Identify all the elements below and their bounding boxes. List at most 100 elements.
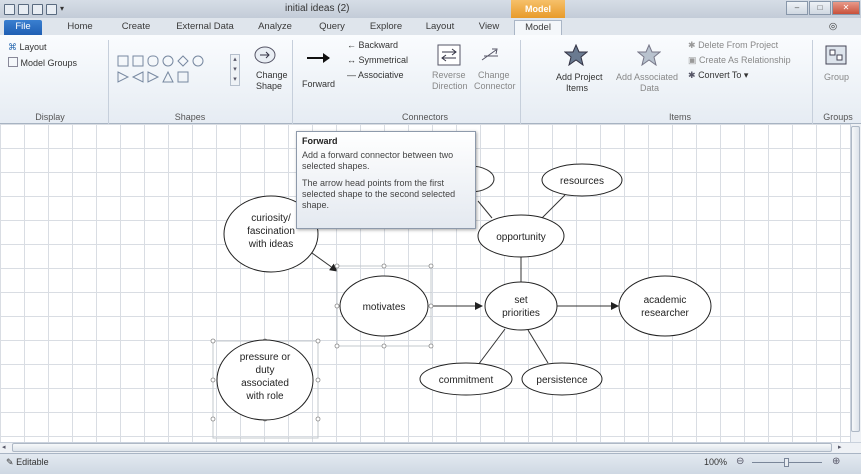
node-label: priorities: [502, 308, 540, 319]
change-shape-button-line2: Shape: [256, 81, 283, 91]
change-connector-icon: [478, 44, 502, 66]
change-shape-button[interactable]: Change: [256, 70, 288, 80]
minimize-button[interactable]: –: [786, 1, 808, 15]
delete-from-project-button[interactable]: ✱ Delete From Project: [688, 40, 778, 51]
customize-qat-icon[interactable]: ▾: [60, 4, 67, 15]
diamond-shape-icon: [177, 55, 189, 67]
circle-shape-icon: [162, 55, 174, 67]
checkbox-icon: [8, 57, 18, 67]
scroll-left-icon[interactable]: ◂: [2, 443, 6, 451]
forward-arrow-icon: [305, 48, 330, 70]
horizontal-scroll-thumb[interactable]: [12, 443, 832, 452]
add-associated-data-icon: [636, 43, 662, 67]
layout-toggle[interactable]: ⌘ Layout: [8, 42, 47, 53]
tooltip-text: Add a forward connector between two sele…: [302, 150, 454, 171]
context-tab-label: Model: [511, 0, 565, 18]
tooltip-title: Forward: [302, 136, 338, 146]
node-label: academic: [644, 295, 687, 306]
undo-icon[interactable]: [46, 3, 57, 15]
backward-button[interactable]: ← Backward: [347, 40, 398, 50]
tab-layout[interactable]: Layout: [420, 20, 460, 35]
shapes-group-label: Shapes: [174, 112, 206, 122]
line-icon: —: [347, 70, 356, 80]
edit-icon[interactable]: [32, 3, 43, 15]
forward-button[interactable]: Forward: [302, 79, 335, 89]
group-icon: [824, 44, 848, 66]
layout-icon: ⌘: [8, 42, 17, 52]
zoom-slider-thumb[interactable]: [784, 458, 789, 467]
node-label: with role: [245, 391, 284, 402]
tab-analyze[interactable]: Analyze: [253, 20, 297, 35]
triangle-right-icon: [117, 71, 130, 83]
convert-to-button[interactable]: ✱ Convert To ▾: [688, 70, 748, 81]
node-set-priorities: [484, 281, 558, 331]
triangle-right-icon: [147, 71, 160, 83]
node-label: duty: [256, 365, 275, 376]
connector-opportunity-hidden: [477, 200, 493, 219]
gallery-scroll[interactable]: ▴ ▾ ▾: [230, 54, 240, 86]
tab-home[interactable]: Home: [62, 20, 98, 35]
connectors-group-label: Connectors: [401, 112, 449, 122]
close-button[interactable]: ✕: [832, 1, 860, 15]
change-connector-button[interactable]: Change: [478, 70, 510, 80]
change-connector-button-line2: Connector: [474, 81, 516, 91]
save-icon[interactable]: [18, 3, 29, 15]
node-label: curiosity/: [251, 213, 291, 224]
group-button[interactable]: Group: [824, 72, 849, 82]
node-label: with ideas: [248, 239, 293, 250]
add-project-items-icon: [563, 43, 589, 67]
scroll-right-icon[interactable]: ▸: [838, 443, 842, 451]
tab-file[interactable]: File: [4, 20, 42, 35]
change-shape-icon: [253, 44, 277, 66]
maximize-button[interactable]: □: [809, 1, 831, 15]
window-controls: – □ ✕: [786, 1, 860, 15]
vertical-scroll-thumb[interactable]: [851, 126, 860, 432]
add-project-items-button[interactable]: Add Project: [556, 72, 603, 82]
associative-button[interactable]: — Associative: [347, 70, 404, 80]
node-label: set: [514, 295, 528, 306]
forward-tooltip: Forward Add a forward connector between …: [296, 131, 476, 229]
relationship-icon: ▣: [688, 55, 697, 65]
zoom-out-icon[interactable]: ⊖: [736, 456, 744, 467]
delete-icon: ✱: [688, 40, 696, 50]
node-label: associated: [241, 378, 289, 389]
rounded-shape-icon: [147, 55, 159, 67]
tab-model[interactable]: Model: [514, 20, 562, 35]
add-associated-data-button-line2: Data: [640, 83, 660, 93]
node-label: researcher: [641, 308, 689, 319]
connector-priorities-commitment: [477, 328, 506, 366]
node-label: pressure or: [240, 352, 291, 363]
window-title: initial ideas (2): [285, 3, 350, 14]
app-icon[interactable]: [4, 3, 15, 15]
tab-external-data[interactable]: External Data: [170, 20, 240, 35]
zoom-in-icon[interactable]: ⊕: [832, 456, 840, 467]
shape-gallery[interactable]: [116, 54, 236, 88]
groups-group-label: Groups: [823, 112, 853, 122]
reverse-direction-button-line2: Direction: [432, 81, 468, 91]
add-associated-data-button[interactable]: Add Associated: [616, 72, 678, 82]
display-group-label: Display: [35, 112, 65, 122]
node-label: persistence: [536, 375, 588, 386]
node-label: motivates: [363, 302, 406, 313]
connector-opportunity-resources: [539, 194, 566, 221]
tab-create[interactable]: Create: [116, 20, 156, 35]
circle-shape-icon: [192, 55, 204, 67]
node-label: resources: [560, 176, 604, 187]
convert-icon: ✱: [688, 70, 696, 80]
tab-view[interactable]: View: [474, 20, 504, 35]
node-label: fascination: [247, 226, 295, 237]
help-icon[interactable]: ◎: [826, 20, 840, 35]
items-group-label: Items: [668, 112, 691, 122]
tab-explore[interactable]: Explore: [366, 20, 406, 35]
create-as-relationship-button[interactable]: ▣ Create As Relationship: [688, 55, 791, 66]
title-bar: [0, 0, 861, 18]
square-shape-icon: [117, 55, 129, 67]
model-groups-toggle[interactable]: Model Groups: [8, 57, 77, 68]
quick-access-toolbar: ▾: [4, 2, 67, 16]
symmetrical-button[interactable]: ↔ Symmetrical: [347, 55, 408, 65]
square-shape-icon: [132, 55, 144, 67]
square-shape-icon: [177, 71, 189, 83]
tooltip-text: The arrow head points from the first sel…: [302, 178, 456, 210]
tab-query[interactable]: Query: [312, 20, 352, 35]
reverse-direction-button[interactable]: Reverse: [432, 70, 466, 80]
